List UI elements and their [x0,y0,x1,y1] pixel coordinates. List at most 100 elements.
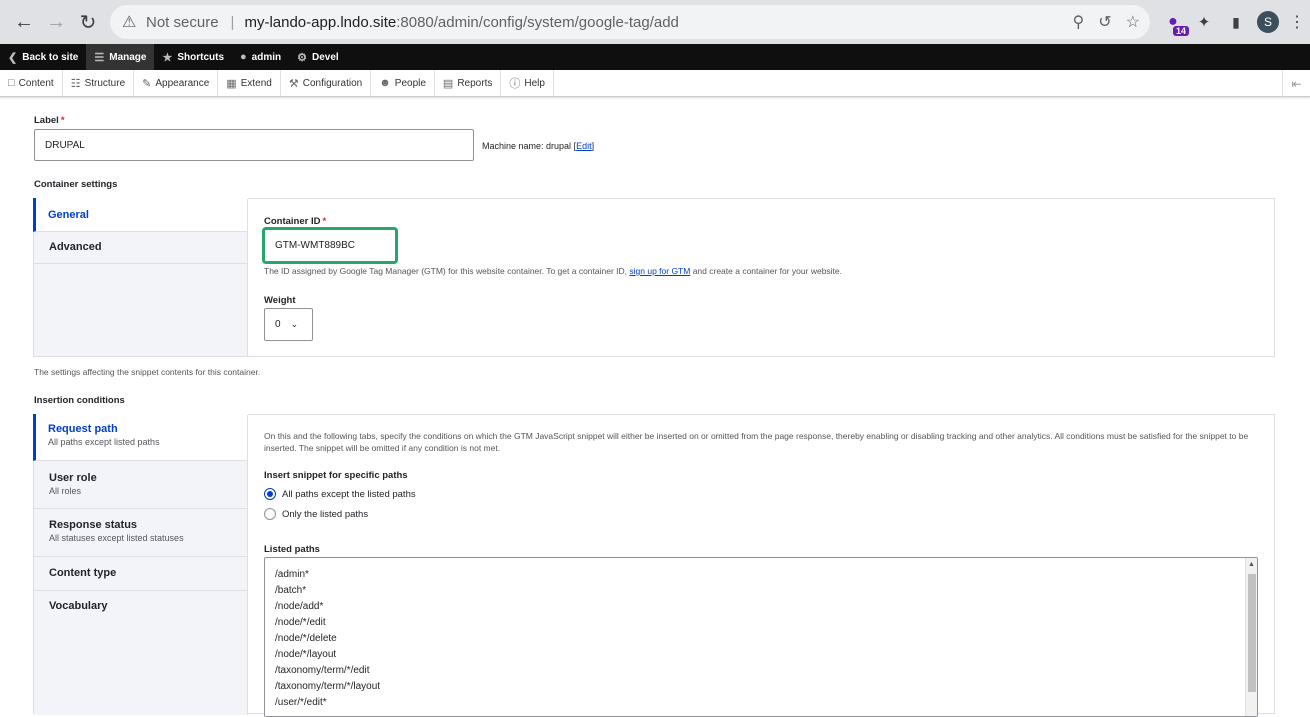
manage-label: Manage [109,51,147,63]
people-icon: ☻ [379,77,391,89]
radio-all-except[interactable]: All paths except the listed paths [264,488,416,500]
share-icon[interactable]: ↺ [1098,12,1111,32]
tab-content-type[interactable]: Content type [34,557,248,591]
insertion-conditions-title: Insertion conditions [34,395,125,406]
warning-icon: ⚠ [122,14,137,31]
tray-label: Reports [457,77,493,89]
manage-tab[interactable]: ☰ Manage [86,44,155,70]
not-secure-label: Not secure [146,13,219,31]
forward-arrow-icon[interactable]: → [40,6,72,38]
radio-only-listed[interactable]: Only the listed paths [264,508,368,520]
user-icon: ● [240,51,247,63]
insertion-intro: On this and the following tabs, specify … [264,431,1249,453]
browser-chrome: ← → ↻ ⚠ Not secure | my-lando-app.lndo.s… [0,0,1310,44]
tray-item-extend[interactable]: ▦ Extend [218,70,281,96]
devel-tab[interactable]: ⚙ Devel [289,44,347,70]
machine-name: Machine name: drupal [Edit] [482,141,595,151]
profile-initial: S [1257,11,1279,33]
container-desc-after: and create a container for your website. [692,266,843,276]
required-marker: * [322,216,327,227]
tab-content-type-title: Content type [49,567,117,579]
url-path: :8080/admin/config/system/google-tag/add [396,13,679,31]
tray-label: Structure [84,77,126,89]
back-circle-icon: ❮ [8,51,18,64]
gear-icon: ⚙ [297,51,307,64]
container-desc-before: The ID assigned by Google Tag Manager (G… [264,266,628,276]
tray-item-structure[interactable]: ☷ Structure [63,70,135,96]
chevron-down-icon: ⌄ [290,319,299,329]
manage-tray: □ Content ☷ Structure ✎ Appearance ▦ Extend … [0,70,1310,97]
extension-icon[interactable]: ● 14 [1163,6,1189,38]
tab-general[interactable]: General [33,198,248,232]
tab-user-role-summary: All roles [49,486,82,496]
weight-value: 0 [275,319,281,330]
tab-user-role[interactable]: User role All roles [34,461,248,509]
scroll-up-arrow-icon[interactable]: ▲ [1248,561,1255,568]
label-field-label: Label * [34,115,65,126]
extension-badge: 14 [1172,26,1189,36]
weight-label: Weight [264,295,296,306]
listed-paths-textarea[interactable]: /admin* /batch* /node/add* /node/*/edit … [264,557,1258,717]
tab-general-title: General [48,209,89,221]
zoom-icon[interactable]: ⚲ [1073,12,1085,32]
scroll-thumb[interactable] [1248,574,1256,692]
user-label: admin [251,51,282,63]
tab-request-path[interactable]: Request path All paths except listed pat… [33,414,248,461]
shortcuts-tab[interactable]: ★ Shortcuts [154,44,232,70]
wrench-icon: ⚒ [288,77,299,90]
settings-note: The settings affecting the snippet conte… [34,367,261,377]
reload-icon[interactable]: ↻ [72,6,104,38]
tray-item-reports[interactable]: ▤ Reports [435,70,502,96]
listed-paths-label: Listed paths [264,544,320,555]
back-arrow-icon[interactable]: ← [8,6,40,38]
radio-button-checked[interactable] [264,488,276,500]
insert-paths-label: Insert snippet for specific paths [264,470,408,481]
radio-only-listed-label: Only the listed paths [282,508,369,520]
path-line: /admin* [275,569,309,580]
textarea-scrollbar[interactable]: ▲ [1245,558,1257,716]
back-to-site-link[interactable]: ❮ Back to site [0,44,86,70]
shortcuts-label: Shortcuts [177,51,225,63]
kebab-menu-icon[interactable]: ⋮ [1289,6,1305,38]
address-bar[interactable]: ⚠ Not secure | my-lando-app.lndo.site :8… [110,5,1150,39]
label-title-text: Label [34,115,59,126]
puzzle-icon[interactable]: ✦ [1194,6,1214,38]
required-marker: * [60,115,65,126]
star-icon: ★ [162,51,173,64]
tray-item-appearance[interactable]: ✎ Appearance [134,70,219,96]
bar-chart-icon: ▤ [442,77,454,90]
tab-response-status[interactable]: Response status All statuses except list… [34,509,248,557]
side-panel-icon[interactable]: ▮ [1226,6,1246,38]
collapse-tray-icon[interactable]: ⇤ [1282,70,1310,97]
radio-all-except-label: All paths except the listed paths [282,488,416,500]
weight-select[interactable]: 0 ⌄ [264,308,313,341]
tray-item-help[interactable]: ⓘ Help [501,70,554,96]
machine-name-edit-link[interactable]: Edit [576,141,592,151]
radio-button[interactable] [264,508,276,520]
help-icon: ⓘ [509,78,521,90]
tray-item-content[interactable]: □ Content [0,70,63,96]
path-line: /user/*/edit* [275,697,327,708]
page-icon: □ [8,77,15,89]
bookmark-star-icon[interactable]: ☆ [1126,12,1140,32]
path-line: /batch* [275,585,307,596]
tab-user-role-title: User role [49,472,97,484]
path-line: /node/*/edit [275,617,326,628]
container-id-input[interactable]: GTM-WMT889BC [263,228,397,263]
tabs-divider [247,199,248,356]
sitemap-icon: ☷ [70,77,81,90]
tab-vocabulary[interactable]: Vocabulary [34,591,248,625]
user-tab[interactable]: ● admin [232,44,289,70]
tray-item-configuration[interactable]: ⚒ Configuration [281,70,372,96]
path-line: /node/add* [275,601,324,612]
tabs-divider [247,415,248,715]
tray-label: People [394,77,426,89]
label-input[interactable]: DRUPAL [34,129,474,161]
brush-icon: ✎ [142,77,152,90]
profile-avatar[interactable]: S [1257,6,1279,38]
tab-advanced[interactable]: Advanced [34,232,248,264]
path-line: /taxonomy/term/*/edit [275,665,370,676]
tray-item-people[interactable]: ☻ People [371,70,435,96]
tab-response-status-title: Response status [49,519,138,531]
sign-up-gtm-link[interactable]: sign up for GTM [629,266,690,276]
